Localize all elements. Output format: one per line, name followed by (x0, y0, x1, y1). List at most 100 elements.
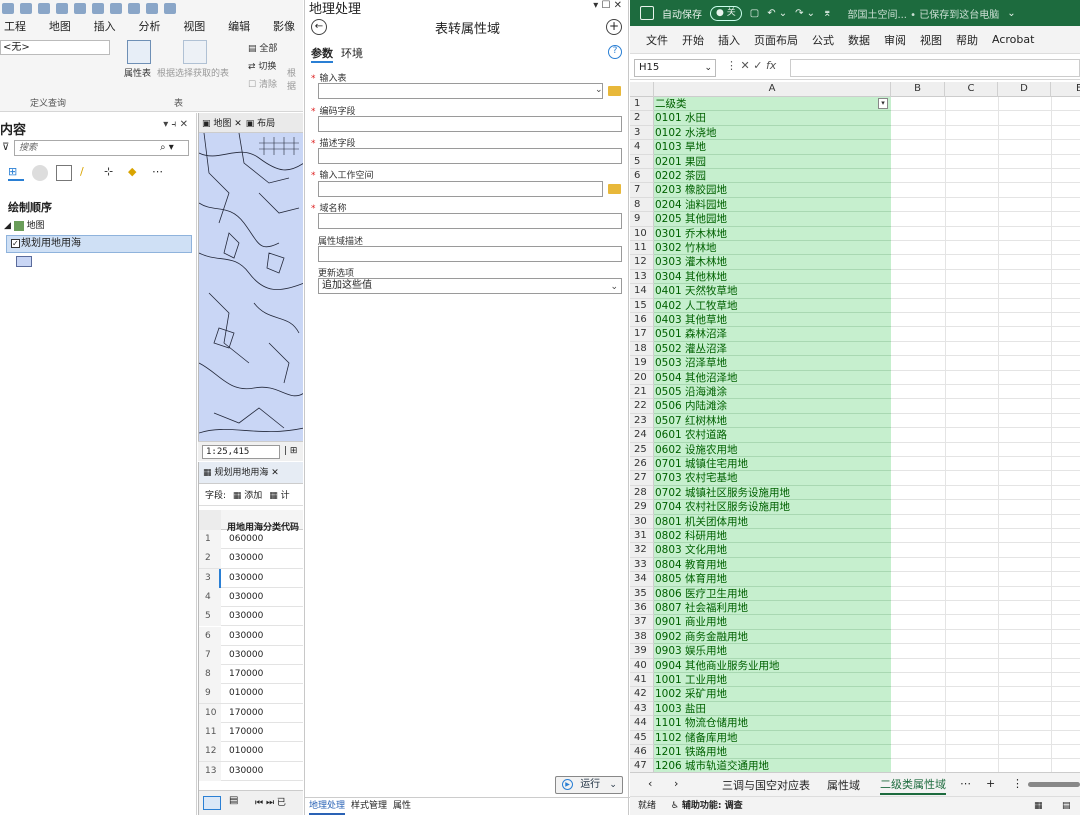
empty-cells[interactable] (891, 97, 1080, 112)
empty-cells[interactable] (891, 241, 1080, 256)
cell-a[interactable]: 0202 茶园 (654, 169, 891, 184)
next-sheet-icon[interactable]: › (674, 777, 678, 790)
sheet-row[interactable]: 19 0503 沼泽草地 (630, 356, 1080, 371)
empty-cells[interactable] (891, 169, 1080, 184)
tab-environments[interactable]: 环境 (341, 45, 363, 63)
table-row[interactable]: 1 060000 (199, 530, 303, 550)
sheet-row[interactable]: 31 0802 科研用地 (630, 529, 1080, 544)
row-header[interactable]: 30 (630, 514, 654, 529)
sheet-tab-mapping[interactable]: 三调与国空对应表 (722, 777, 810, 793)
pane-controls[interactable]: ▾ ☐ ✕ (593, 0, 622, 11)
empty-cells[interactable] (891, 385, 1080, 400)
cell-a[interactable]: 0501 森林沼泽 (654, 327, 891, 342)
tab-insert[interactable]: 插入 (94, 18, 116, 34)
sheet-row[interactable]: 23 0507 红树林地 (630, 413, 1080, 429)
empty-cells[interactable] (891, 284, 1080, 299)
table-row[interactable]: 2 030000 (199, 549, 303, 569)
empty-cells[interactable] (891, 586, 1080, 601)
sheet-row[interactable]: 3 0102 水浇地 (630, 125, 1080, 141)
tab-edit[interactable]: 编辑 (228, 18, 250, 34)
save-icon[interactable]: ▢ (750, 8, 759, 19)
sheet-row[interactable]: 43 1003 盐田 (630, 701, 1080, 717)
empty-cells[interactable] (891, 759, 1080, 772)
row-header[interactable]: 22 (630, 399, 654, 414)
empty-cells[interactable] (891, 543, 1080, 558)
scale-selector[interactable]: 1:25,415 (202, 445, 280, 459)
table-row[interactable]: 5 030000 (199, 607, 303, 627)
cell-a[interactable]: 0304 其他林地 (654, 269, 891, 285)
sheet-row[interactable]: 20 0504 其他沼泽地 (630, 370, 1080, 385)
cell-a[interactable]: 1003 盐田 (654, 701, 891, 717)
row-header[interactable]: 12 (630, 255, 654, 270)
sheet-row[interactable]: 10 0301 乔木林地 (630, 226, 1080, 241)
empty-cells[interactable] (891, 154, 1080, 169)
column-header-c[interactable]: C (945, 82, 998, 97)
cell-a[interactable]: 0503 沼泽草地 (654, 356, 891, 371)
cell-a[interactable]: 0904 其他商业服务业用地 (654, 658, 891, 673)
footer-tab-geoprocessing[interactable]: 地理处理 (309, 798, 346, 815)
row-header[interactable]: 25 (630, 442, 654, 457)
row-header[interactable]: 24 (630, 428, 654, 443)
tab-view[interactable]: 视图 (920, 32, 942, 48)
update-option-select[interactable]: 追加这些值 ⌄ (318, 278, 622, 294)
row-selector-header[interactable] (199, 510, 221, 530)
select-all-button[interactable]: ▤ 全部 (248, 41, 277, 54)
empty-cells[interactable] (891, 457, 1080, 472)
folder-icon[interactable] (20, 2, 32, 14)
cell-a[interactable]: 0902 商务金融用地 (654, 629, 891, 645)
empty-cells[interactable] (891, 629, 1080, 645)
options-icon[interactable] (164, 2, 176, 14)
redo-icon[interactable] (74, 2, 86, 14)
row-header[interactable]: 28 (630, 485, 654, 501)
cell-a[interactable]: 0805 体育用地 (654, 572, 891, 587)
pointer-icon[interactable] (128, 2, 140, 14)
empty-cells[interactable] (891, 673, 1080, 688)
sheet-row[interactable]: 40 0904 其他商业服务业用地 (630, 658, 1080, 673)
list-by-draw-order-icon[interactable]: ⊞ (8, 165, 24, 181)
cell-a[interactable]: 0704 农村社区服务设施用地 (654, 500, 891, 515)
sheet-row[interactable]: 9 0205 其他园地 (630, 212, 1080, 227)
row-header[interactable]: 14 (630, 284, 654, 299)
sheet-row[interactable]: 42 1002 采矿用地 (630, 687, 1080, 702)
paste-icon[interactable] (146, 2, 158, 14)
list-by-editing-icon[interactable]: / (80, 165, 96, 181)
cell-a[interactable]: 0602 设施农用地 (654, 442, 891, 457)
empty-cells[interactable] (891, 500, 1080, 515)
cell-a[interactable]: 0802 科研用地 (654, 529, 891, 544)
row-header[interactable]: 2 (630, 111, 654, 126)
cell-a[interactable]: 0203 橡胶园地 (654, 183, 891, 198)
sheet-row[interactable]: 27 0703 农村宅基地 (630, 471, 1080, 486)
page-layout-view-icon[interactable]: ▤ (1062, 797, 1071, 815)
sheet-row[interactable]: 15 0402 人工牧草地 (630, 298, 1080, 313)
sheet-row[interactable]: 35 0806 医疗卫生用地 (630, 586, 1080, 601)
tab-map[interactable]: 地图 (49, 18, 71, 34)
row-header[interactable]: 8 (630, 197, 654, 213)
row-header[interactable]: 29 (630, 500, 654, 515)
domain-description-input[interactable] (318, 246, 622, 262)
cell-a[interactable]: 0204 油料园地 (654, 197, 891, 213)
empty-cells[interactable] (891, 557, 1080, 573)
row-header[interactable]: 19 (630, 356, 654, 371)
column-header-a[interactable]: A (654, 82, 891, 97)
cell-a[interactable]: 0702 城镇社区服务设施用地 (654, 485, 891, 501)
sheet-tab-domain[interactable]: 属性域 (827, 777, 860, 793)
empty-cells[interactable] (891, 428, 1080, 443)
cell-a[interactable]: 0601 农村道路 (654, 428, 891, 443)
worksheet-grid[interactable]: 1 二级类 ▾ 2 0101 水田 3 0102 水浇地 4 0103 旱地 5 0201 果园 6 0… (630, 97, 1080, 772)
sheet-row[interactable]: 16 0403 其他草地 (630, 313, 1080, 328)
empty-cells[interactable] (891, 212, 1080, 227)
empty-cells[interactable] (891, 529, 1080, 544)
row-header[interactable]: 36 (630, 601, 654, 616)
table-row[interactable]: 10 170000 (199, 703, 303, 723)
cell-a[interactable]: 0903 娱乐用地 (654, 644, 891, 659)
formula-icons[interactable]: ⋮ ✕ ✓ fx (726, 59, 776, 72)
formula-input[interactable] (790, 59, 1080, 77)
switch-selection-button[interactable]: ⇄ 切换 (248, 59, 276, 72)
sheet-row[interactable]: 18 0502 灌丛沼泽 (630, 341, 1080, 357)
empty-cells[interactable] (891, 413, 1080, 429)
cell-a[interactable]: 0502 灌丛沼泽 (654, 341, 891, 357)
cell-a[interactable]: 0806 医疗卫生用地 (654, 586, 891, 601)
sheet-row[interactable]: 5 0201 果园 (630, 154, 1080, 169)
empty-cells[interactable] (891, 255, 1080, 270)
empty-cells[interactable] (891, 269, 1080, 285)
